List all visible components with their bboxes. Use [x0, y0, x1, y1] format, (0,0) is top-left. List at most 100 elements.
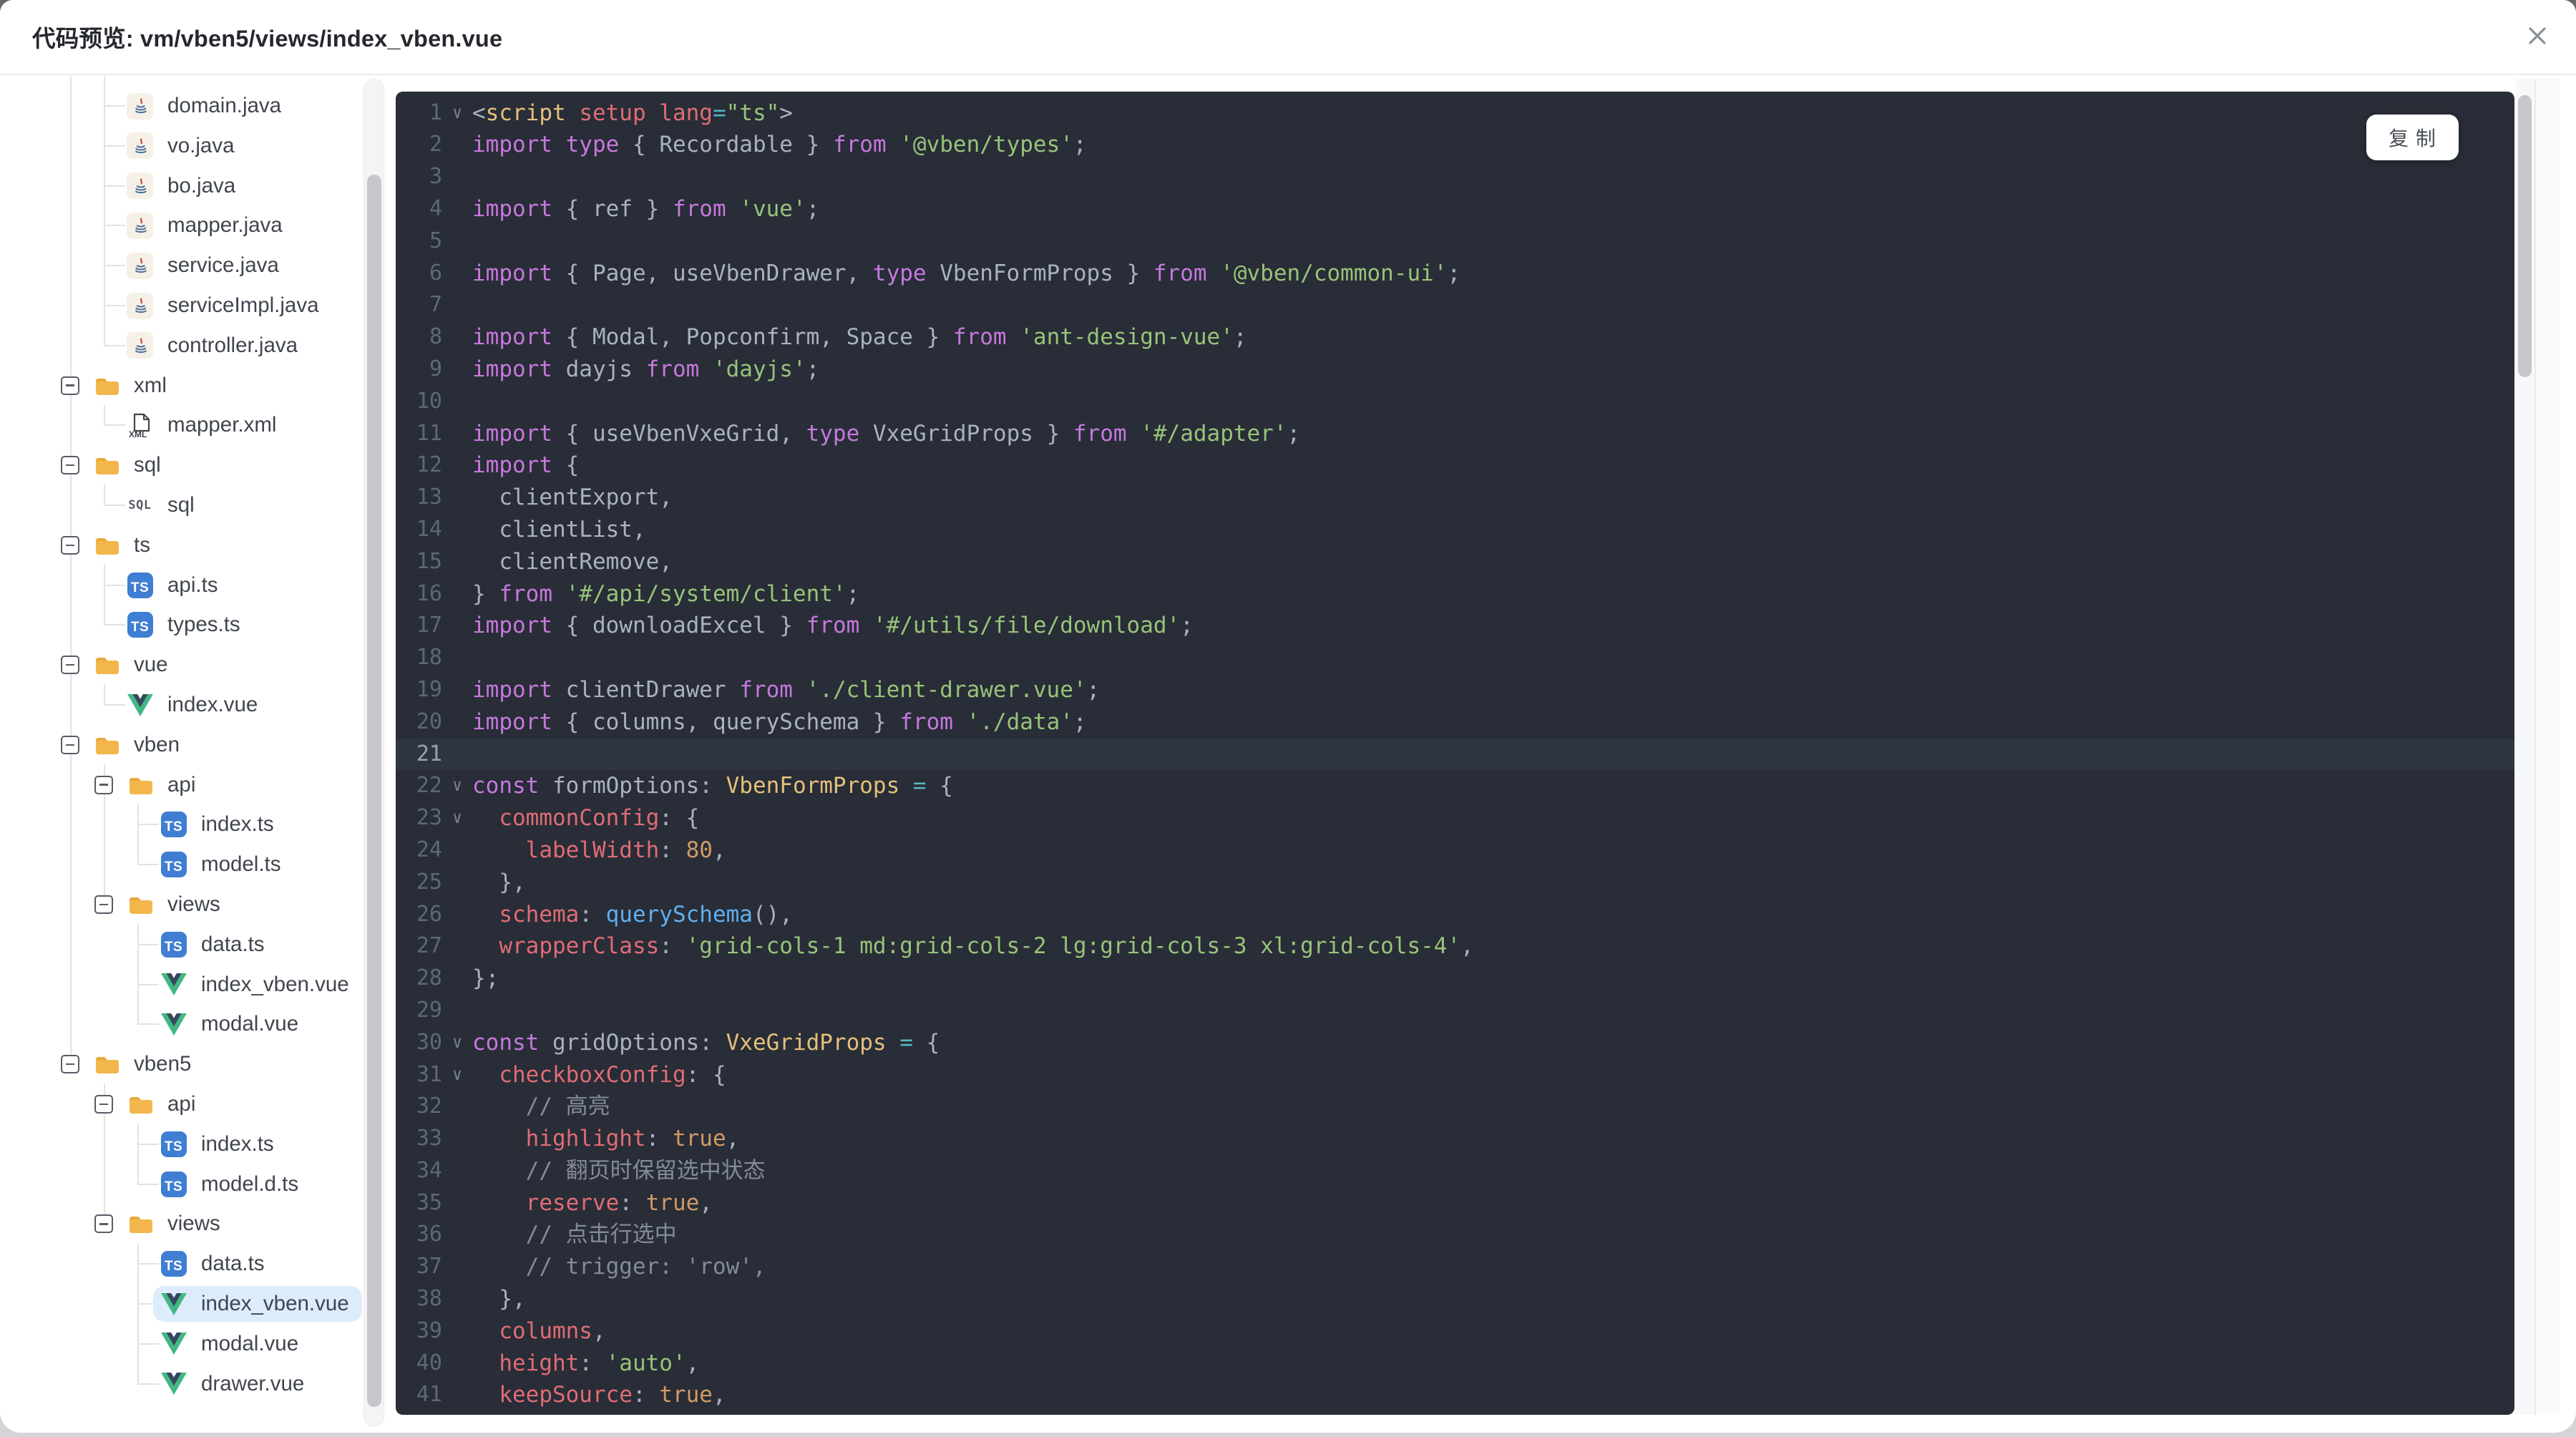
- tree-folder-row[interactable]: views: [119, 1206, 233, 1242]
- tree-item-types-ts[interactable]: TS types.ts: [0, 605, 390, 645]
- tree-file-row[interactable]: TS api.ts: [119, 568, 231, 603]
- tree-file-row[interactable]: TS data.ts: [153, 1246, 278, 1282]
- tree-file-row[interactable]: controller.java: [119, 328, 311, 364]
- tree-item-index-ts[interactable]: TS index.ts: [0, 1124, 390, 1164]
- code-token: import: [472, 708, 552, 735]
- fold-chevron-icon[interactable]: ∨: [442, 770, 472, 802]
- tree-item-mapper-xml[interactable]: XML mapper.xml: [0, 405, 390, 445]
- tree-item-data-ts[interactable]: TS data.ts: [0, 925, 390, 965]
- tree-item-domain-java[interactable]: domain.java: [0, 86, 390, 126]
- tree-folder-row[interactable]: sql: [86, 447, 174, 483]
- tree-item-modal-vue[interactable]: modal.vue: [0, 1004, 390, 1044]
- tree-file-row[interactable]: modal.vue: [153, 1326, 311, 1362]
- tree-folder-row[interactable]: ts: [86, 527, 163, 563]
- tree-item-api[interactable]: api: [0, 1084, 390, 1124]
- copy-button[interactable]: 复 制: [2366, 115, 2459, 160]
- tree-item-index-ts[interactable]: TS index.ts: [0, 804, 390, 844]
- close-icon: [2529, 27, 2546, 44]
- tree-file-row[interactable]: serviceImpl.java: [119, 288, 331, 323]
- code-line: 4 import { ref } from 'vue';: [396, 193, 2514, 225]
- code-line: 33 highlight: true,: [396, 1123, 2514, 1155]
- tree-item-vo-java[interactable]: vo.java: [0, 126, 390, 166]
- tree-item-vben[interactable]: vben: [0, 725, 390, 765]
- tree-file-row[interactable]: XML mapper.xml: [119, 407, 289, 443]
- tree-file-row[interactable]: index.vue: [119, 687, 270, 723]
- tree-file-row[interactable]: index_vben.vue: [153, 1286, 362, 1322]
- tree-item-vben5[interactable]: vben5: [0, 1044, 390, 1084]
- tree-file-row[interactable]: domain.java: [119, 88, 294, 124]
- tree-item-ts[interactable]: ts: [0, 525, 390, 565]
- tree-folder-row[interactable]: vben5: [86, 1046, 204, 1082]
- tree-item-drawer-vue[interactable]: drawer.vue: [0, 1364, 390, 1404]
- tree-item-data-ts[interactable]: TS data.ts: [0, 1244, 390, 1284]
- tree-folder-row[interactable]: api: [119, 767, 208, 803]
- tree-item-modal-vue[interactable]: modal.vue: [0, 1324, 390, 1364]
- collapse-toggle[interactable]: [94, 775, 113, 794]
- tree-file-row[interactable]: service.java: [119, 248, 292, 283]
- code-line-text: clientList,: [472, 514, 645, 546]
- tree-item-model-ts[interactable]: TS model.ts: [0, 844, 390, 885]
- tree-file-row[interactable]: TS index.ts: [153, 807, 287, 842]
- content-scrollbar-thumb[interactable]: [2518, 95, 2532, 377]
- ts-icon: TS: [160, 812, 187, 838]
- tree-file-row[interactable]: mapper.java: [119, 208, 296, 243]
- collapse-toggle[interactable]: [94, 895, 113, 914]
- code-token: highlight: [472, 1126, 646, 1152]
- tree-item-index-vben-vue[interactable]: index_vben.vue: [0, 965, 390, 1005]
- tree-file-row[interactable]: index_vben.vue: [153, 967, 362, 1003]
- tree-item-service-java[interactable]: service.java: [0, 245, 390, 286]
- collapse-toggle[interactable]: [61, 376, 79, 395]
- code-line-text: labelWidth: 80,: [472, 834, 726, 867]
- tree-item-sql[interactable]: SQL sql: [0, 485, 390, 525]
- code-token: :: [632, 1382, 660, 1408]
- tree-file-row[interactable]: TS data.ts: [153, 927, 278, 963]
- collapse-toggle[interactable]: [94, 1214, 113, 1234]
- close-button[interactable]: [2516, 14, 2559, 57]
- collapse-toggle[interactable]: [61, 456, 79, 475]
- tree-item-bo-java[interactable]: bo.java: [0, 166, 390, 206]
- tree-file-row[interactable]: modal.vue: [153, 1006, 311, 1042]
- tree-item-views[interactable]: views: [0, 1204, 390, 1244]
- tree-item-serviceimpl-java[interactable]: serviceImpl.java: [0, 286, 390, 326]
- fold-chevron-icon[interactable]: ∨: [442, 97, 472, 130]
- line-number: 6: [429, 260, 442, 286]
- tree-file-row[interactable]: vo.java: [119, 128, 247, 164]
- java-cup-icon: [135, 98, 147, 114]
- tree-file-row[interactable]: SQL sql: [119, 487, 208, 523]
- tree-item-mapper-java[interactable]: mapper.java: [0, 205, 390, 245]
- tree-item-xml[interactable]: xml: [0, 366, 390, 406]
- tree-folder-row[interactable]: vue: [86, 647, 181, 683]
- collapse-toggle[interactable]: [61, 1055, 79, 1074]
- tree-file-row[interactable]: bo.java: [119, 168, 248, 204]
- tree-folder-row[interactable]: vben: [86, 727, 192, 763]
- tree-folder-row[interactable]: api: [119, 1086, 208, 1122]
- collapse-toggle[interactable]: [94, 1095, 113, 1114]
- tree-folder-row[interactable]: views: [119, 887, 233, 922]
- tree-file-row[interactable]: TS types.ts: [119, 607, 253, 643]
- tree-item-sql[interactable]: sql: [0, 445, 390, 485]
- tree-item-label: api.ts: [167, 573, 218, 597]
- tree-file-row[interactable]: TS index.ts: [153, 1126, 287, 1162]
- fold-chevron-icon[interactable]: ∨: [442, 1027, 472, 1059]
- collapse-toggle[interactable]: [61, 656, 79, 675]
- fold-chevron-icon[interactable]: ∨: [442, 1059, 472, 1091]
- line-number: 41: [416, 1382, 442, 1408]
- fold-chevron-icon[interactable]: ∨: [442, 802, 472, 834]
- tree-item-api-ts[interactable]: TS api.ts: [0, 565, 390, 605]
- tree-item-views[interactable]: views: [0, 885, 390, 925]
- tree-folder-row[interactable]: xml: [86, 368, 180, 404]
- code-token: Page, useVbenDrawer,: [592, 260, 873, 286]
- code-line: 40 height: 'auto',: [396, 1348, 2514, 1380]
- code-editor[interactable]: 1 ∨ <script setup lang="ts"> 2 import type {…: [396, 97, 2514, 1412]
- tree-file-row[interactable]: TS model.d.ts: [153, 1166, 311, 1202]
- tree-file-row[interactable]: TS model.ts: [153, 847, 294, 882]
- tree-file-row[interactable]: drawer.vue: [153, 1366, 317, 1402]
- collapse-toggle[interactable]: [61, 535, 79, 555]
- collapse-toggle[interactable]: [61, 735, 79, 754]
- tree-item-api[interactable]: api: [0, 765, 390, 805]
- tree-item-index-vben-vue[interactable]: index_vben.vue: [0, 1284, 390, 1324]
- tree-item-controller-java[interactable]: controller.java: [0, 326, 390, 366]
- tree-item-model-d-ts[interactable]: TS model.d.ts: [0, 1164, 390, 1204]
- tree-item-vue[interactable]: vue: [0, 645, 390, 685]
- tree-item-index-vue[interactable]: index.vue: [0, 685, 390, 725]
